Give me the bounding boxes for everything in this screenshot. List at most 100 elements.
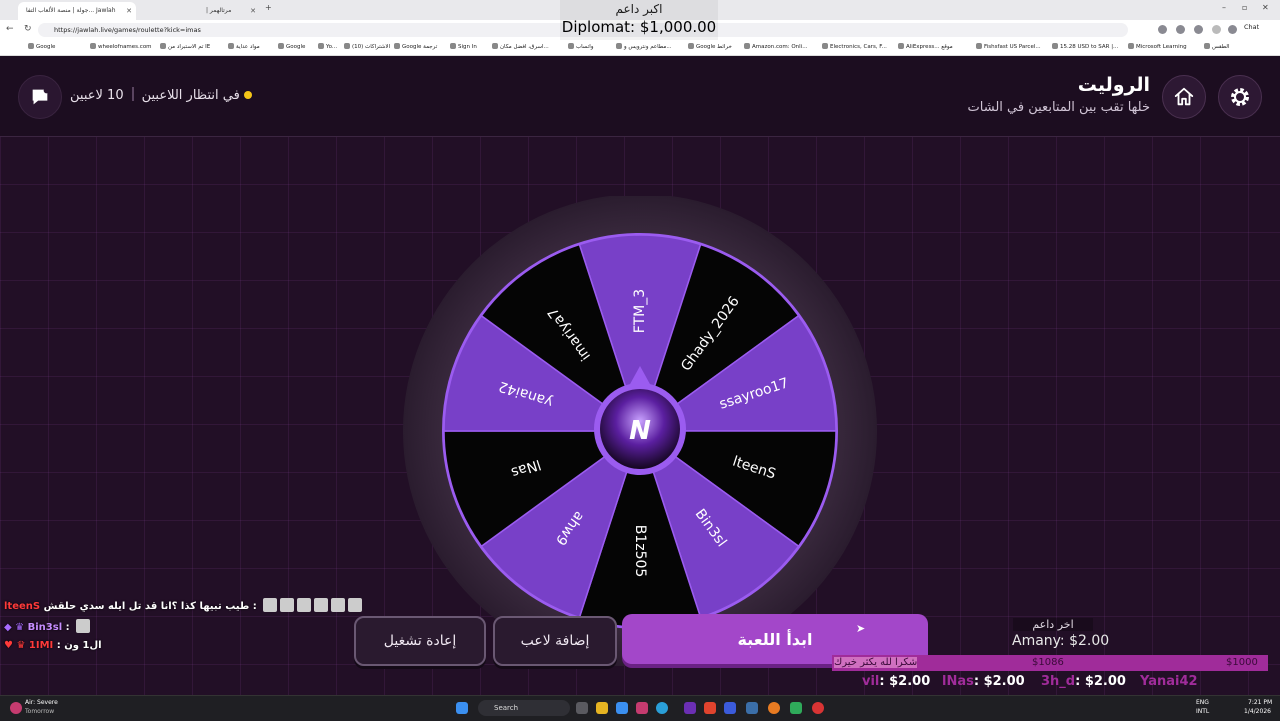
- top-donor-amount: Diplomat: $1,000.00: [561, 18, 717, 36]
- emote-icon: [263, 598, 278, 612]
- bookmark[interactable]: Electronics, Cars, F...: [822, 43, 887, 50]
- weather-icon: [10, 702, 22, 714]
- emote-icon: [297, 598, 312, 612]
- chat-message: ◆ ♛ Bin3sl :: [4, 619, 91, 633]
- bookmark[interactable]: واتساب: [568, 43, 593, 50]
- close-tab-icon[interactable]: ✕: [250, 2, 256, 20]
- close-window-icon[interactable]: ✕: [1262, 3, 1269, 12]
- online-dot-icon: [243, 91, 252, 99]
- divider: [131, 87, 134, 101]
- minimize-icon[interactable]: –: [1222, 3, 1226, 12]
- bookmark[interactable]: Microsoft Learning: [1128, 43, 1187, 50]
- emote-icon: [331, 598, 346, 612]
- bookmark[interactable]: 15.28 USD to SAR |...: [1052, 43, 1118, 50]
- chat-bubble-icon: [32, 87, 50, 105]
- profile-avatar[interactable]: [1212, 25, 1221, 34]
- start-icon[interactable]: [456, 702, 468, 714]
- last-donor-value: Amany: $2.00: [1012, 633, 1110, 649]
- bookmarks-bar: Google wheelofnames.com تم الاستبراد من …: [0, 40, 1280, 56]
- settings-button[interactable]: [1218, 75, 1262, 119]
- brave-icon[interactable]: [704, 702, 716, 714]
- badge-icon: ◆ ♛: [4, 622, 25, 633]
- recent-donation: lNas: $2.00: [942, 674, 1025, 689]
- maximize-icon[interactable]: ▫: [1242, 3, 1247, 12]
- bookmark[interactable]: الطقس: [1204, 43, 1230, 50]
- home-button[interactable]: [1162, 75, 1206, 119]
- favorites-icon[interactable]: [1194, 25, 1203, 34]
- emote-icon: [348, 598, 363, 612]
- refresh-icon[interactable]: [1176, 25, 1185, 34]
- recent-donation: vil: $2.00: [862, 674, 931, 689]
- bookmark[interactable]: Google خرائط: [688, 43, 732, 50]
- page-subtitle: خلها تقب بين المتابعين في الشات: [967, 100, 1150, 115]
- top-donor-label: اكبر داعم: [615, 2, 663, 16]
- recent-donation: 3h_d: $2.00: [1041, 674, 1126, 689]
- back-icon[interactable]: ←: [6, 24, 14, 34]
- chat-text: طيب تبيها كذا ؟انا قد تل ايله سدي حلقش :: [43, 601, 257, 612]
- hub-logo: N: [629, 416, 651, 446]
- chat-button[interactable]: Chat: [1244, 23, 1259, 31]
- input-language[interactable]: ENG: [1196, 699, 1209, 706]
- mouse-cursor-icon: ➤: [856, 622, 866, 635]
- chat-username: Bin3sl: [27, 622, 63, 633]
- bookmark[interactable]: Yo...: [318, 43, 337, 50]
- windows-taskbar: Air: Severe Tomorrow Search ENG INTL 7:2…: [0, 695, 1280, 721]
- bookmark[interactable]: الاشتراكات (10): [344, 43, 390, 50]
- close-tab-icon[interactable]: ✕: [126, 2, 132, 20]
- tab-13bhm[interactable]: مرتالهمر | 13bhm.app✕: [198, 2, 260, 32]
- bookmark[interactable]: مواد عداية: [228, 43, 260, 50]
- waiting-status: في انتظار اللاعبين: [141, 88, 240, 103]
- clock-date[interactable]: 1/4/2026: [1244, 708, 1271, 715]
- input-layout[interactable]: INTL: [1196, 708, 1209, 715]
- restart-button[interactable]: إعادة تشغيل: [354, 616, 486, 666]
- emote-icon: [280, 598, 295, 612]
- bookmark[interactable]: Google ترجمة: [394, 43, 437, 50]
- tab-jawlah[interactable]: جولة | منصة الألعاب التفا... Jawlah ✕: [18, 2, 136, 20]
- file-explorer-icon[interactable]: [596, 702, 608, 714]
- bookmark[interactable]: Google: [28, 43, 55, 50]
- clock-time[interactable]: 7:21 PM: [1248, 699, 1272, 706]
- lobby-status: في انتظار اللاعبين 10 لاعبين: [70, 87, 252, 103]
- game-page: الروليت خلها تقب بين المتابعين في الشات …: [0, 56, 1280, 695]
- bookmark[interactable]: Fishsfast US Parcel...: [976, 43, 1041, 50]
- chat-text: :: [65, 622, 70, 633]
- firefox-icon[interactable]: [768, 702, 780, 714]
- chat-message: ♥ ♛ 1IMI : ال1 ون: [4, 640, 102, 651]
- last-donor-label: اخر داعم: [1013, 618, 1093, 631]
- chat-username: lteenS: [4, 601, 41, 612]
- donation-goal-bar: شكرا لله يكثر خيرك $1086 $1000: [832, 655, 1268, 671]
- app-icon[interactable]: [790, 702, 802, 714]
- app-icon[interactable]: [684, 702, 696, 714]
- taskbar-search[interactable]: Search: [478, 700, 570, 716]
- task-view-icon[interactable]: [576, 702, 588, 714]
- chat-text: : ال1 ون: [56, 640, 102, 651]
- add-player-button[interactable]: إضافة لاعب: [493, 616, 617, 666]
- app-icon[interactable]: [636, 702, 648, 714]
- extensions-icon[interactable]: [1158, 25, 1167, 34]
- steam-icon[interactable]: [746, 702, 758, 714]
- emote-icon: [76, 619, 91, 633]
- chrome-icon[interactable]: [812, 702, 824, 714]
- bookmark[interactable]: مطاعم ونترويس و...: [616, 43, 672, 50]
- store-icon[interactable]: [616, 702, 628, 714]
- wheel-segment-label: FTM_3: [632, 289, 648, 333]
- emote-icon: [314, 598, 329, 612]
- goal-target: $1000: [1226, 657, 1258, 668]
- app-icon[interactable]: [724, 702, 736, 714]
- top-donor-overlay: اكبر داعم Diplomat: $1,000.00: [560, 0, 718, 40]
- bookmark[interactable]: Amazon.com: Onli...: [744, 43, 807, 50]
- roulette-wheel[interactable]: FTM_3 Ghady_2026ssayroo17lteenSBin3slB1z5…: [400, 196, 880, 666]
- bookmark[interactable]: AliExpress... موقع: [898, 43, 953, 50]
- wheel-segment-label: B1z505: [632, 525, 648, 578]
- new-tab-icon[interactable]: +: [265, 3, 272, 12]
- bookmark[interactable]: تم الاستبراد من IE: [160, 43, 210, 50]
- bookmark[interactable]: اسرق، افضل مكان...: [492, 43, 549, 50]
- tab-label: جولة | منصة الألعاب التفا... Jawlah: [26, 7, 116, 14]
- reload-icon[interactable]: ↻: [24, 24, 32, 34]
- chat-toggle-button[interactable]: [18, 75, 62, 119]
- bookmark[interactable]: wheelofnames.com: [90, 43, 152, 50]
- edge-icon[interactable]: [656, 702, 668, 714]
- menu-icon[interactable]: [1228, 25, 1237, 34]
- bookmark[interactable]: Sign In: [450, 43, 477, 50]
- bookmark[interactable]: Google: [278, 43, 305, 50]
